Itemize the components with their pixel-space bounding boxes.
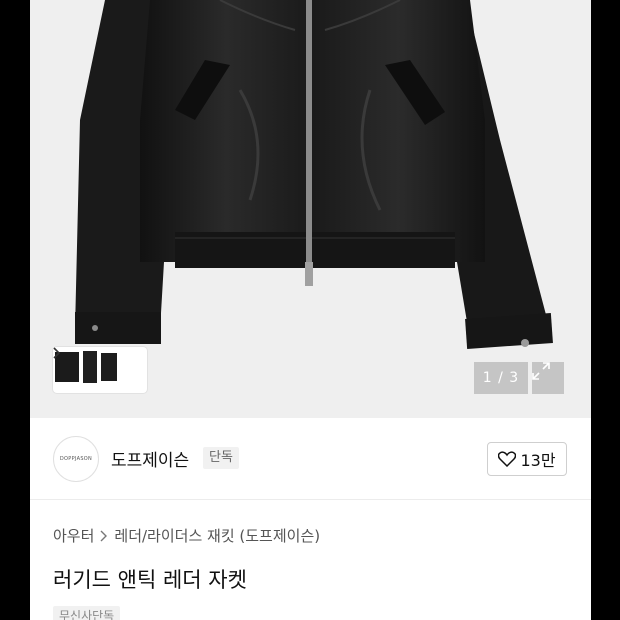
product-tag: 무신사단독 (53, 606, 121, 620)
product-title: 러기드 앤틱 레더 자켓 (53, 568, 247, 592)
product-image-gallery[interactable]: 1 / 3 (30, 0, 591, 418)
breadcrumb-subcategory[interactable]: 레더/라이더스 재킷 (도프제이슨) (114, 525, 320, 546)
expand-icon[interactable] (532, 362, 564, 394)
heart-icon (498, 451, 517, 467)
chevron-right-icon (100, 530, 108, 541)
breadcrumb-category[interactable]: 아우터 (53, 525, 94, 546)
like-count: 13만 (520, 451, 556, 470)
like-button[interactable]: 13만 (487, 442, 567, 476)
thumbnail-images[interactable] (53, 347, 119, 387)
brand-name[interactable]: 도프제이슨 (111, 446, 189, 471)
breadcrumb: 아우터 레더/라이더스 재킷 (도프제이슨) (53, 525, 320, 546)
thumbnail-strip[interactable] (53, 347, 147, 393)
product-screen: 1 / 3 DOPPJASON 도프제이슨 단독 13만 아우터 레더/라이더스… (30, 0, 591, 620)
brand-logo[interactable]: DOPPJASON (53, 436, 99, 482)
exclusive-badge: 단독 (203, 447, 239, 469)
image-counter: 1 / 3 (474, 362, 528, 394)
brand-row: DOPPJASON 도프제이슨 단독 13만 (30, 418, 591, 500)
